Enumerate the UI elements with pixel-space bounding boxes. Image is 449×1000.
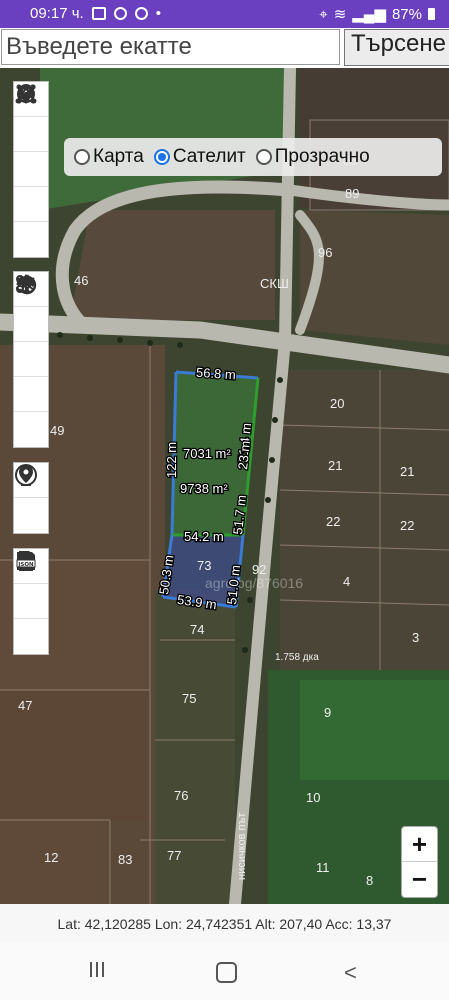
json-export-button[interactable]: JSON: [14, 551, 48, 654]
radio-circle-icon: [255, 149, 272, 165]
move-tool-button[interactable]: [14, 274, 48, 342]
map-type-selector: Карта Сателит Прозрачно: [64, 138, 442, 176]
undo-button[interactable]: [14, 275, 48, 447]
zoom-out-button[interactable]: −: [402, 862, 437, 896]
radio-label: Прозрачно: [274, 146, 370, 167]
ekatte-search-input[interactable]: [1, 29, 340, 65]
parcel-label: 75: [182, 691, 196, 706]
zoom-in-button[interactable]: +: [402, 827, 437, 862]
polyline-tool-button[interactable]: [14, 85, 48, 222]
parcel-label: 22: [326, 514, 340, 529]
signal-icon: ▂▄▆: [352, 6, 386, 23]
notification-dot-icon: •: [155, 5, 161, 22]
parcel-label: 73: [197, 558, 211, 573]
radio-map[interactable]: Карта: [74, 146, 144, 168]
export-toolbar: SHP JSON: [13, 548, 49, 655]
parcel-label: 3: [412, 630, 419, 645]
radio-transparent[interactable]: Прозрачно: [255, 146, 370, 168]
search-bar: Търсене: [0, 28, 449, 68]
undo-icon: [17, 275, 37, 295]
measure-area-upper: 7031 m²: [183, 446, 231, 461]
measure-right-mid: 23 m: [235, 440, 253, 470]
parcel-label: 77: [167, 848, 181, 863]
circle-tool-button[interactable]: [14, 85, 48, 257]
recent-apps-icon[interactable]: [90, 962, 110, 980]
satellite-map[interactable]: 88 89 96 46 СКШ 20 49 21 21 22 22 4 92 7…: [0, 68, 449, 904]
watermark: agro.bg/876016: [205, 575, 303, 591]
parcel-label: 20: [330, 396, 344, 411]
status-bar: 09:17 ч. • ⌖ ≋ ▂▄▆ 87%: [0, 0, 449, 28]
parcel-label: 49: [50, 423, 64, 438]
parcel-label: 9: [324, 705, 331, 720]
search-button[interactable]: Търсене: [344, 29, 449, 66]
parcel-label: 83: [118, 852, 132, 867]
draw-toolbar: [13, 81, 49, 258]
parcel-label: 74: [190, 622, 204, 637]
parcel-label: 89: [345, 186, 359, 201]
system-nav-bar: <: [0, 942, 449, 1000]
radio-satellite[interactable]: Сателит: [153, 146, 246, 168]
parcel-label: 76: [174, 788, 188, 803]
radio-label: Карта: [93, 146, 144, 167]
measure-divider: 54.2 m: [184, 529, 224, 544]
home-icon[interactable]: [216, 962, 237, 983]
wifi-icon: ≋: [333, 6, 347, 23]
eraser-tool-button[interactable]: [14, 274, 48, 412]
location-icon: ⌖: [319, 5, 328, 23]
parcel-label: 21: [400, 464, 414, 479]
parcel-label: 12: [44, 850, 58, 865]
chrome-icon: [134, 7, 148, 20]
polygon-tool-button[interactable]: [14, 84, 48, 187]
cut-tool-button[interactable]: [14, 275, 48, 377]
parcel-label: 21: [328, 458, 342, 473]
road-label: нисичков път: [236, 813, 248, 880]
back-icon[interactable]: <: [344, 960, 357, 986]
parcel-label: 10: [306, 790, 320, 805]
parcel-label: 22: [400, 518, 414, 533]
radio-circle-icon: [153, 149, 170, 165]
parcel-label: 96: [318, 245, 332, 260]
chrome-icon: [113, 7, 127, 20]
json-export-icon: JSON: [16, 551, 36, 571]
edit-toolbar: [13, 271, 49, 448]
info-toolbar: i: [13, 462, 49, 534]
parcel-label: СКШ: [260, 276, 289, 291]
line-tool-button[interactable]: [14, 84, 48, 152]
gallery-icon: [91, 7, 106, 20]
circle-icon: [17, 85, 35, 103]
battery-icon: [428, 8, 435, 20]
radio-label: Сателит: [172, 146, 246, 167]
radio-circle-icon: [74, 149, 90, 165]
measure-area-total: 9738 m²: [180, 481, 228, 496]
gps-readout: Lat: 42,120285 Lon: 24,742351 Alt: 207,4…: [0, 904, 449, 942]
satellite-imagery: 88 89 96 46 СКШ 20 49 21 21 22 22 4 92 7…: [0, 68, 449, 904]
zoom-control: + −: [401, 826, 438, 898]
measure-left-edge: 122 m: [164, 442, 179, 478]
parcel-label: 46: [74, 273, 88, 288]
shp-export-button[interactable]: SHP: [14, 551, 48, 619]
parcel-label: 8: [366, 873, 373, 888]
measure-top-edge: 56.8 m: [196, 365, 237, 383]
parcel-label: 4: [343, 574, 350, 589]
battery-level: 87%: [391, 5, 422, 23]
parcel-label: 47: [18, 698, 32, 713]
status-time: 09:17 ч.: [30, 5, 84, 22]
cadastre-note: 1.758 дка: [275, 652, 319, 663]
pin-info-button[interactable]: [14, 465, 48, 533]
parcel-label: 11: [316, 860, 330, 875]
pin-info-icon: [19, 465, 33, 486]
svg-text:JSON: JSON: [17, 562, 34, 568]
